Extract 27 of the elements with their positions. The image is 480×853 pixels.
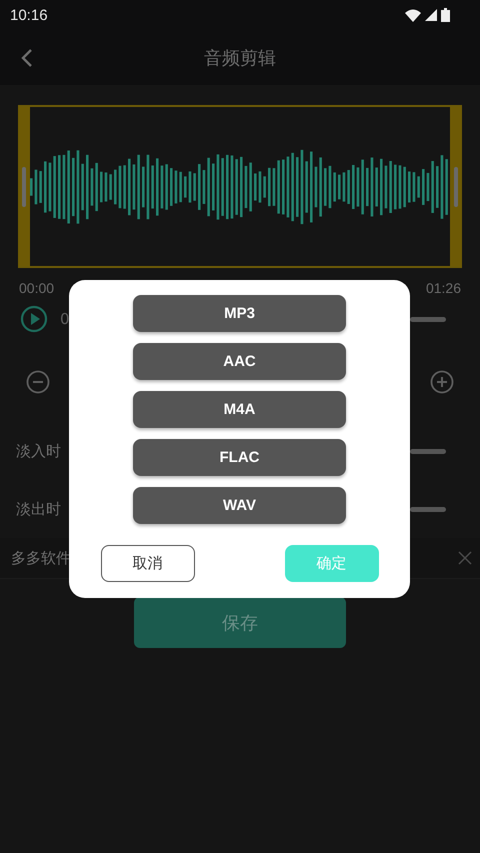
wifi-icon xyxy=(405,8,421,22)
end-time: 01:26 xyxy=(426,280,461,296)
back-icon[interactable] xyxy=(20,48,34,68)
start-time: 00:00 xyxy=(19,280,54,296)
fade-label: 淡入时 xyxy=(16,442,61,460)
status-time: 10:16 xyxy=(10,6,48,24)
trim-handle[interactable] xyxy=(450,107,462,266)
format-option[interactable]: FLAC xyxy=(133,439,346,476)
battery-icon xyxy=(441,8,450,22)
slider-track[interactable] xyxy=(410,506,446,512)
slider-track[interactable] xyxy=(410,448,446,454)
cancel-button[interactable]: 取消 xyxy=(100,545,194,582)
minus-icon[interactable] xyxy=(26,370,50,394)
ad-banner-text: 多多软件 xyxy=(11,548,71,568)
format-option[interactable]: M4A xyxy=(133,391,346,428)
playback-position: 0 xyxy=(60,310,70,328)
page-title: 音频剪辑 xyxy=(204,46,276,70)
trim-handle[interactable] xyxy=(18,107,30,266)
signal-icon xyxy=(425,9,437,21)
format-option[interactable]: AAC xyxy=(133,343,346,380)
close-icon[interactable] xyxy=(458,551,472,565)
format-option[interactable]: WAV xyxy=(133,487,346,524)
fade-label: 淡出时 xyxy=(16,500,61,518)
play-icon[interactable] xyxy=(20,305,48,333)
slider-track[interactable] xyxy=(410,316,446,322)
plus-icon[interactable] xyxy=(430,370,454,394)
format-option[interactable]: MP3 xyxy=(133,295,346,332)
